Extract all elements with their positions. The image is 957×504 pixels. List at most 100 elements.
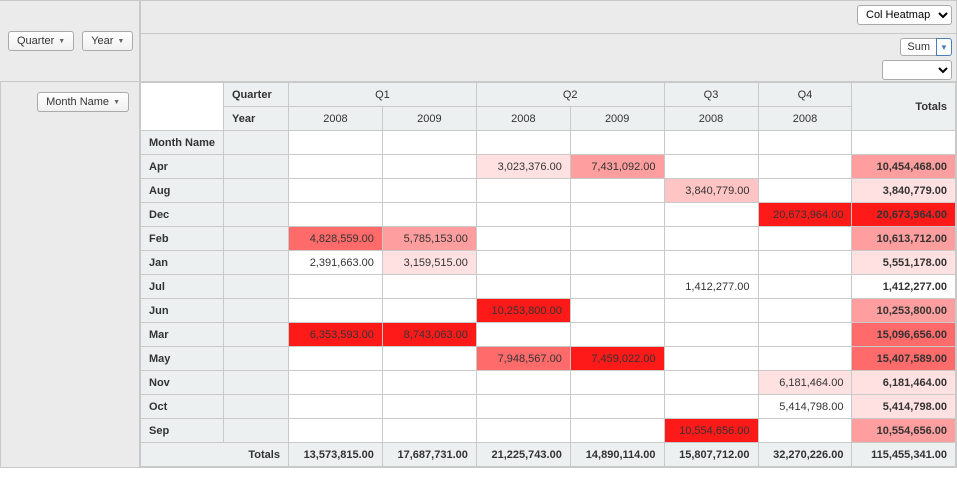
row-total: 10,253,800.00 <box>852 299 956 323</box>
row-total: 6,181,464.00 <box>852 371 956 395</box>
cell <box>476 419 570 443</box>
cell <box>382 395 476 419</box>
col-group: Q4 <box>758 83 852 107</box>
col-header: 2008 <box>758 107 852 131</box>
table-row: Aug3,840,779.003,840,779.00 <box>141 179 956 203</box>
cell <box>476 371 570 395</box>
cell <box>758 275 852 299</box>
cell: 3,159,515.00 <box>382 251 476 275</box>
col-sub-label: Year <box>224 107 289 131</box>
col-header: 2008 <box>476 107 570 131</box>
cell <box>288 419 382 443</box>
cell <box>288 347 382 371</box>
row-header: Jun <box>141 299 224 323</box>
cell: 5,785,153.00 <box>382 227 476 251</box>
col-header: 2008 <box>288 107 382 131</box>
display-mode-cell: Col Heatmap <box>140 0 957 34</box>
cell: 7,459,022.00 <box>570 347 664 371</box>
row-total: 5,551,178.00 <box>852 251 956 275</box>
row-header: Mar <box>141 323 224 347</box>
cell <box>382 299 476 323</box>
cell: 20,673,964.00 <box>758 203 852 227</box>
row-header: Jan <box>141 251 224 275</box>
cell <box>476 275 570 299</box>
cell <box>758 299 852 323</box>
cell <box>570 227 664 251</box>
col-total: 15,807,712.00 <box>664 443 758 467</box>
chevron-down-icon[interactable]: ▼ <box>936 38 952 56</box>
cell: 6,181,464.00 <box>758 371 852 395</box>
row-header: Feb <box>141 227 224 251</box>
row-pills-area: Month Name▼ <box>0 82 140 468</box>
cell <box>476 251 570 275</box>
cell: 10,253,800.00 <box>476 299 570 323</box>
cell: 7,431,092.00 <box>570 155 664 179</box>
cell: 10,554,656.00 <box>664 419 758 443</box>
cell <box>382 179 476 203</box>
pivot-area: QuarterQ1Q2Q3Q4TotalsYear200820092008200… <box>140 82 957 468</box>
cell <box>570 203 664 227</box>
cell <box>570 299 664 323</box>
cell <box>476 323 570 347</box>
cell <box>476 203 570 227</box>
cell <box>664 371 758 395</box>
cell <box>288 203 382 227</box>
column-pills-area: Quarter▼ Year▼ <box>0 0 140 82</box>
table-row: Jan2,391,663.003,159,515.005,551,178.00 <box>141 251 956 275</box>
cell <box>288 395 382 419</box>
row-header: Aug <box>141 179 224 203</box>
cell <box>382 419 476 443</box>
grand-total: 115,455,341.00 <box>852 443 956 467</box>
cell <box>664 299 758 323</box>
col-header: 2008 <box>664 107 758 131</box>
aggregator-select[interactable]: Sum <box>900 38 937 56</box>
col-group-label: Quarter <box>224 83 289 107</box>
cell <box>664 347 758 371</box>
row-total: 15,407,589.00 <box>852 347 956 371</box>
cell <box>664 251 758 275</box>
row-header: Jul <box>141 275 224 299</box>
value-field-select[interactable] <box>882 60 952 80</box>
row-header: Sep <box>141 419 224 443</box>
pill-quarter[interactable]: Quarter▼ <box>8 31 74 51</box>
pill-month-name[interactable]: Month Name▼ <box>37 92 129 112</box>
display-mode-select[interactable]: Col Heatmap <box>857 5 952 25</box>
cell <box>570 395 664 419</box>
table-row: Jul1,412,277.001,412,277.00 <box>141 275 956 299</box>
row-total: 20,673,964.00 <box>852 203 956 227</box>
pivot-table: QuarterQ1Q2Q3Q4TotalsYear200820092008200… <box>140 82 956 467</box>
row-total: 10,454,468.00 <box>852 155 956 179</box>
col-total: 17,687,731.00 <box>382 443 476 467</box>
pill-label: Year <box>91 35 113 47</box>
cell <box>758 179 852 203</box>
row-total: 10,554,656.00 <box>852 419 956 443</box>
totals-label: Totals <box>141 443 289 467</box>
cell <box>758 419 852 443</box>
pill-year[interactable]: Year▼ <box>82 31 133 51</box>
cell <box>382 155 476 179</box>
row-header: May <box>141 347 224 371</box>
chevron-down-icon: ▼ <box>113 99 120 106</box>
cell <box>288 179 382 203</box>
cell: 7,948,567.00 <box>476 347 570 371</box>
cell <box>288 299 382 323</box>
cell <box>476 395 570 419</box>
cell: 8,743,063.00 <box>382 323 476 347</box>
cell <box>758 251 852 275</box>
cell <box>570 179 664 203</box>
cell <box>758 155 852 179</box>
cell <box>758 227 852 251</box>
totals-header: Totals <box>852 83 956 131</box>
cell <box>288 275 382 299</box>
row-total: 15,096,656.00 <box>852 323 956 347</box>
cell <box>664 203 758 227</box>
cell <box>664 227 758 251</box>
cell <box>570 371 664 395</box>
cell <box>570 275 664 299</box>
table-row: Mar6,353,593.008,743,063.0015,096,656.00 <box>141 323 956 347</box>
row-total: 5,414,798.00 <box>852 395 956 419</box>
cell <box>382 371 476 395</box>
col-group: Q2 <box>476 83 664 107</box>
totals-row: Totals13,573,815.0017,687,731.0021,225,7… <box>141 443 956 467</box>
cell <box>570 419 664 443</box>
